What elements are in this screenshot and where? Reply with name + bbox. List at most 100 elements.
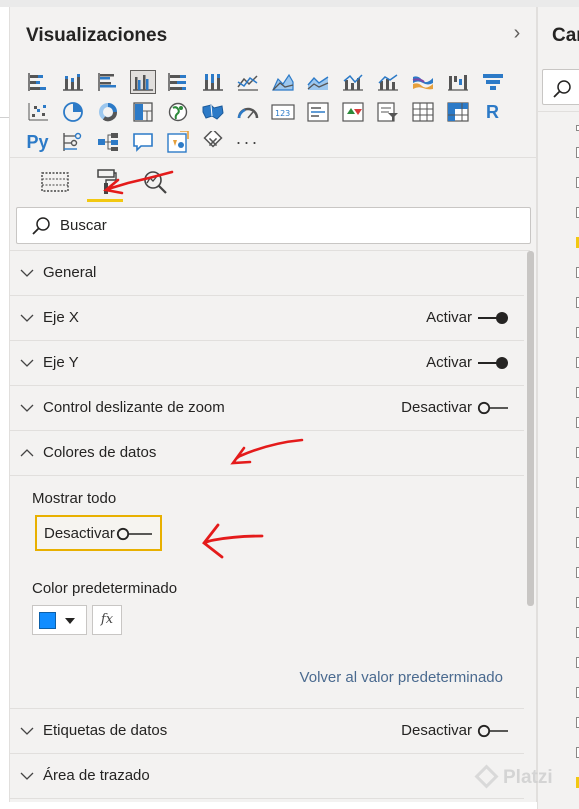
gallery-separator	[10, 157, 536, 158]
zoom-state: Desactivar	[401, 399, 472, 416]
top-border-strip	[0, 0, 579, 7]
platzi-watermark: Platzi	[474, 764, 553, 789]
search-icon	[553, 80, 571, 98]
pie-chart-icon[interactable]	[55, 97, 90, 127]
section-colores-de-datos[interactable]: Colores de datos	[10, 431, 524, 476]
r-visual-label: R	[486, 101, 499, 122]
format-pane-scrollbar[interactable]	[527, 251, 534, 606]
stacked-bar-icon[interactable]	[20, 67, 55, 97]
tab-analytics[interactable]	[130, 165, 180, 199]
slicer-icon[interactable]	[370, 97, 405, 127]
chevron-down-icon	[20, 404, 34, 412]
treemap-icon[interactable]	[125, 97, 160, 127]
svg-text:123: 123	[275, 109, 290, 118]
section-eje-x[interactable]: Eje X Activar	[10, 296, 524, 341]
section-title-area: Área de trazado	[43, 767, 150, 784]
eje-x-toggle[interactable]	[476, 311, 510, 325]
etiquetas-state: Desactivar	[401, 722, 472, 739]
stacked-area-icon[interactable]	[300, 67, 335, 97]
donut-chart-icon[interactable]	[90, 97, 125, 127]
chevron-down-icon	[20, 772, 34, 780]
section-general[interactable]: General	[10, 251, 524, 296]
multi-row-card-icon[interactable]	[300, 97, 335, 127]
search-placeholder: Buscar	[60, 217, 107, 234]
decomposition-tree-icon[interactable]	[90, 127, 125, 157]
eje-y-state: Activar	[426, 354, 472, 371]
100-stacked-column-icon[interactable]	[195, 67, 230, 97]
line-clustered-column-icon[interactable]	[335, 67, 370, 97]
more-visuals-icon[interactable]: ···	[230, 127, 265, 157]
default-color-picker[interactable]	[32, 605, 87, 635]
stacked-column-icon[interactable]	[55, 67, 90, 97]
chevron-up-icon	[20, 449, 34, 457]
table-icon[interactable]	[405, 97, 440, 127]
kpi-icon[interactable]	[335, 97, 370, 127]
etiquetas-toggle[interactable]	[476, 724, 510, 738]
section-title-colores: Colores de datos	[43, 444, 157, 461]
format-paint-roller-icon	[97, 169, 117, 194]
gauge-icon[interactable]	[230, 97, 265, 127]
visualizations-title: Visualizaciones	[26, 25, 168, 46]
key-influencers-icon[interactable]	[55, 127, 90, 157]
pane-tabs	[30, 165, 180, 202]
section-title-eje-x: Eje X	[43, 309, 79, 326]
section-area-de-trazado[interactable]: Área de trazado	[10, 754, 524, 799]
ribbon-chart-icon[interactable]	[405, 67, 440, 97]
mostrar-todo-switch	[116, 527, 152, 541]
mostrar-todo-state: Desactivar	[44, 525, 115, 542]
r-visual-icon[interactable]: R	[475, 97, 510, 127]
chevron-down-icon	[20, 359, 34, 367]
section-title-zoom: Control deslizante de zoom	[43, 399, 225, 416]
line-stacked-column-icon[interactable]	[370, 67, 405, 97]
fields-tab-icon	[41, 172, 69, 192]
clustered-column-icon[interactable]	[125, 67, 160, 97]
power-apps-icon[interactable]	[195, 127, 230, 157]
platzi-logo-icon	[474, 764, 499, 789]
mostrar-todo-toggle[interactable]: Desactivar	[35, 515, 162, 551]
smart-narrative-icon[interactable]	[160, 127, 195, 157]
filled-map-icon[interactable]	[195, 97, 230, 127]
waterfall-icon[interactable]	[440, 67, 475, 97]
left-edge-divider	[0, 117, 9, 118]
watermark-text: Platzi	[503, 767, 553, 788]
visual-icon-row-3: Py ···	[20, 127, 510, 157]
visual-icon-row-1	[20, 67, 510, 97]
conditional-format-fx-button[interactable]: fx	[92, 605, 122, 635]
visualizations-pane: Visualizaciones › 123 R Py ··· Buscar Ge…	[9, 7, 537, 802]
eje-y-toggle[interactable]	[476, 356, 510, 370]
matrix-icon[interactable]	[440, 97, 475, 127]
card-icon[interactable]: 123	[265, 97, 300, 127]
visual-icon-row-2: 123 R	[20, 97, 510, 127]
map-icon[interactable]	[160, 97, 195, 127]
tab-format[interactable]	[80, 165, 130, 202]
area-chart-icon[interactable]	[265, 67, 300, 97]
collapse-pane-button[interactable]: ›	[507, 21, 527, 45]
python-visual-label: Py	[26, 131, 49, 152]
section-title-etiquetas: Etiquetas de datos	[43, 722, 168, 739]
chevron-down-icon	[20, 727, 34, 735]
analytics-magnifier-icon	[144, 171, 167, 194]
chevron-down-icon	[65, 618, 75, 624]
clustered-bar-icon[interactable]	[90, 67, 125, 97]
fields-divider	[538, 111, 579, 112]
fields-search-box[interactable]	[542, 69, 579, 105]
eje-x-state: Activar	[426, 309, 472, 326]
python-visual-icon[interactable]: Py	[20, 127, 55, 157]
section-eje-y[interactable]: Eje Y Activar	[10, 341, 524, 386]
section-title-eje-y: Eje Y	[43, 354, 79, 371]
section-zoom-slider[interactable]: Control deslizante de zoom Desactivar	[10, 386, 524, 431]
default-color-label: Color predeterminado	[32, 580, 178, 597]
funnel-icon[interactable]	[475, 67, 510, 97]
format-search-box[interactable]: Buscar	[16, 207, 531, 244]
reset-to-default-link[interactable]: Volver al valor predeterminado	[300, 669, 503, 686]
zoom-toggle[interactable]	[476, 401, 510, 415]
section-etiquetas-de-datos[interactable]: Etiquetas de datos Desactivar	[10, 709, 524, 754]
chevron-down-icon	[20, 269, 34, 277]
100-stacked-bar-icon[interactable]	[160, 67, 195, 97]
line-chart-icon[interactable]	[230, 67, 265, 97]
mostrar-todo-label: Mostrar todo	[32, 490, 117, 507]
tab-fields[interactable]	[30, 165, 80, 199]
scatter-chart-icon[interactable]	[20, 97, 55, 127]
visual-icon-gallery: 123 R Py ···	[20, 67, 510, 157]
qa-icon[interactable]	[125, 127, 160, 157]
